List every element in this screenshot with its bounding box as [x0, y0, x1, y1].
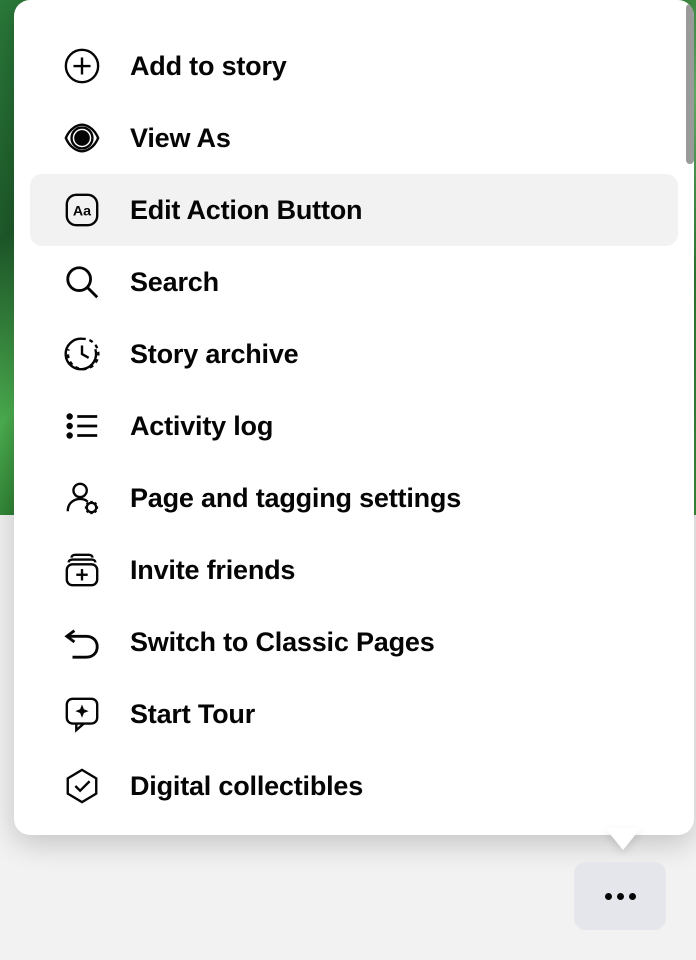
hexagon-check-icon — [62, 766, 102, 806]
menu-item-digital-collectibles[interactable]: Digital collectibles — [30, 750, 678, 822]
sparkle-chat-icon — [62, 694, 102, 734]
ellipsis-icon — [605, 893, 636, 900]
menu-item-view-as[interactable]: View As — [30, 102, 678, 174]
menu-item-label: Story archive — [130, 339, 298, 370]
list-icon — [62, 406, 102, 446]
plus-circle-icon — [62, 46, 102, 86]
menu-item-label: Add to story — [130, 51, 287, 82]
profile-gear-icon — [62, 478, 102, 518]
menu-item-label: View As — [130, 123, 231, 154]
menu-item-label: Digital collectibles — [130, 771, 363, 802]
menu-item-invite-friends[interactable]: Invite friends — [30, 534, 678, 606]
menu-item-start-tour[interactable]: Start Tour — [30, 678, 678, 750]
menu-item-label: Edit Action Button — [130, 195, 362, 226]
popover-tail — [605, 828, 641, 850]
more-options-button[interactable] — [574, 862, 666, 930]
menu-item-switch-classic-pages[interactable]: Switch to Classic Pages — [30, 606, 678, 678]
stack-plus-icon — [62, 550, 102, 590]
menu-item-activity-log[interactable]: Activity log — [30, 390, 678, 462]
menu-item-edit-action-button[interactable]: Aa Edit Action Button — [30, 174, 678, 246]
menu-item-label: Invite friends — [130, 555, 295, 586]
menu-item-label: Search — [130, 267, 219, 298]
aa-badge-icon: Aa — [62, 190, 102, 230]
archive-clock-icon — [62, 334, 102, 374]
menu-item-label: Start Tour — [130, 699, 255, 730]
menu-item-label: Page and tagging settings — [130, 483, 461, 514]
page-actions-menu: Add to story View As Aa Edit Action Butt… — [14, 0, 694, 835]
search-icon — [62, 262, 102, 302]
menu-item-page-tagging-settings[interactable]: Page and tagging settings — [30, 462, 678, 534]
menu-item-story-archive[interactable]: Story archive — [30, 318, 678, 390]
menu-item-search[interactable]: Search — [30, 246, 678, 318]
menu-item-label: Activity log — [130, 411, 273, 442]
undo-arrow-icon — [62, 622, 102, 662]
menu-item-label: Switch to Classic Pages — [130, 627, 435, 658]
scrollbar[interactable] — [686, 4, 694, 164]
menu-item-add-to-story[interactable]: Add to story — [30, 30, 678, 102]
eye-icon — [62, 118, 102, 158]
svg-text:Aa: Aa — [73, 204, 92, 220]
